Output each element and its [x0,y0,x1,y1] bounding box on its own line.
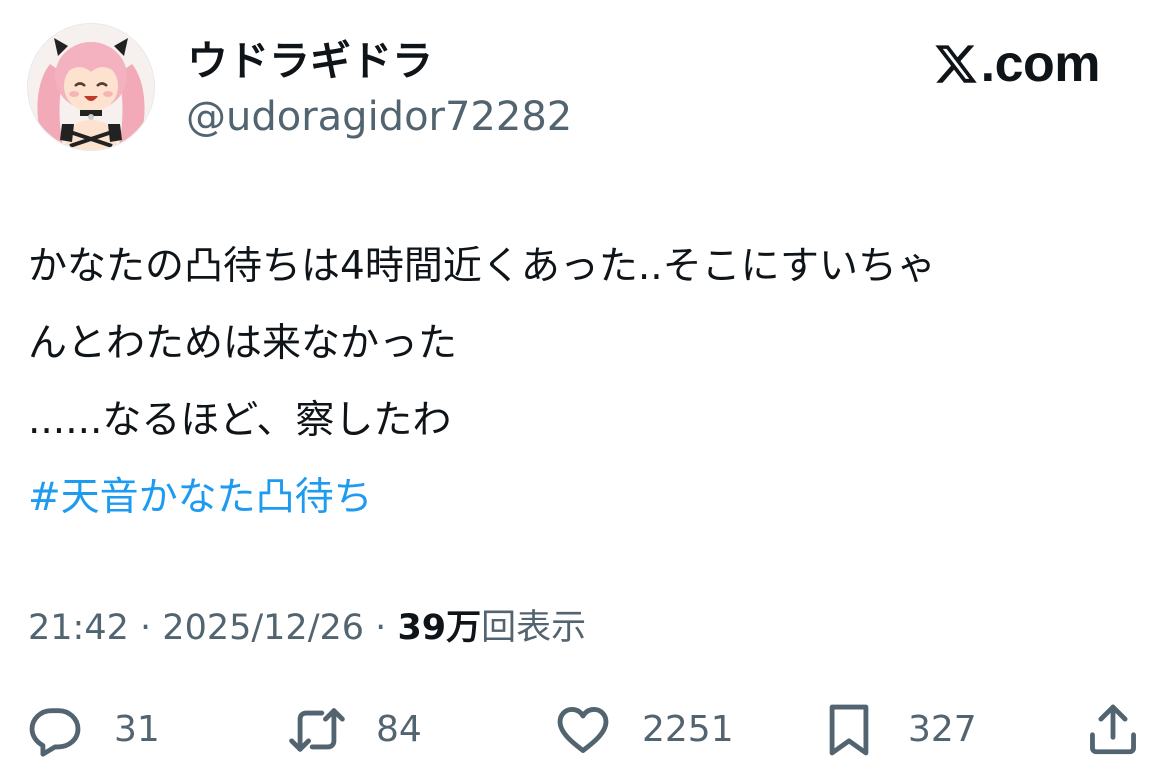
retweet-button[interactable]: 84 [288,700,422,760]
share-icon [1090,704,1136,755]
hashtag-link[interactable]: #天音かなた凸待ち [28,459,1143,536]
views-count: 39万 [397,608,482,648]
avatar-image [28,24,154,150]
tweet-line: ......なるほど、察したわ [28,398,452,443]
tweet-date[interactable]: 2025/12/26 [162,608,364,648]
bookmark-button[interactable]: 327 [820,700,977,760]
action-bar: 31 84 2251 327 [0,700,1170,760]
heart-icon [557,707,609,753]
share-button[interactable] [1084,700,1142,760]
like-button[interactable]: 2251 [554,700,734,760]
retweet-count: 84 [376,709,422,750]
tweet-meta: 21:42 · 2025/12/26 · 39万回表示 [28,603,586,653]
reply-icon [29,708,81,757]
meta-separator: · [140,608,152,648]
like-count: 2251 [642,709,734,750]
tweet-text: かなたの凸待ちは4時間近くあった..そこにすいちゃ んとわためは来なかった ..… [28,228,1143,536]
retweet-icon [289,708,345,752]
avatar[interactable] [27,23,155,151]
meta-separator: · [375,608,387,648]
user-handle[interactable]: @udoragidor72282 [186,93,572,141]
x-logo-icon [935,45,977,83]
tweet-line: かなたの凸待ちは4時間近くあった..そこにすいちゃ [28,244,936,289]
x-com-brand: .com [933,35,1101,93]
tweet-time[interactable]: 21:42 [28,608,129,648]
brand-text: .com [980,35,1101,93]
reply-count: 31 [114,709,160,750]
views-label: 回表示 [481,608,587,648]
reply-button[interactable]: 31 [26,700,160,760]
bookmark-icon [829,704,869,756]
bookmark-count: 327 [908,709,977,750]
tweet-line: んとわためは来なかった [28,321,458,366]
display-name[interactable]: ウドラギドラ [187,36,433,86]
